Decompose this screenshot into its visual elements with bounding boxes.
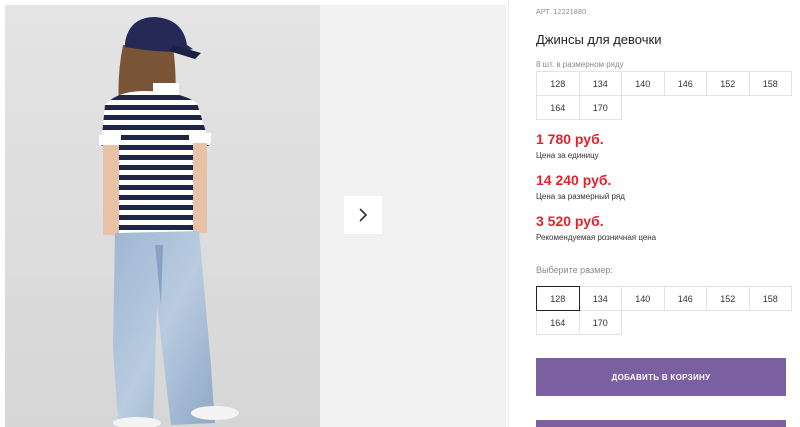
panel-divider [508,0,509,427]
pack-size-cell: 170 [578,95,622,120]
product-gallery [0,0,508,427]
size-option-158[interactable]: 158 [748,286,792,311]
size-option-152[interactable]: 152 [706,286,750,311]
size-option-128[interactable]: 128 [536,286,580,311]
chevron-right-icon [359,208,368,222]
add-to-cart-button[interactable]: ДОБАВИТЬ В КОРЗИНУ [536,358,786,396]
choose-size-label: Выберите размер: [536,265,613,275]
size-option-170[interactable]: 170 [578,310,622,335]
retail-price: 3 520 руб. [536,213,604,229]
unit-price: 1 780 руб. [536,131,604,147]
size-selector: 128 134 140 146 152 158 164 170 [536,286,792,335]
pack-price-label: Цена за размерный ряд [536,192,625,201]
pack-size-cell: 152 [706,71,750,96]
pack-size-cell: 146 [663,71,707,96]
pack-sizes-grid: 128 134 140 146 152 158 164 170 [536,71,792,120]
size-option-146[interactable]: 146 [663,286,707,311]
size-option-164[interactable]: 164 [536,310,580,335]
pack-size-cell: 128 [536,71,580,96]
size-option-134[interactable]: 134 [578,286,622,311]
unit-price-label: Цена за единицу [536,151,599,160]
pack-size-cell: 158 [748,71,792,96]
pack-note: 8 шт. в размерном ряду [536,60,624,69]
pack-size-cell: 164 [536,95,580,120]
product-title: Джинсы для девочки [536,32,662,47]
girl-in-jeans-illustration [99,17,239,427]
product-photo[interactable] [5,5,320,427]
pack-price: 14 240 руб. [536,172,612,188]
article-number: АРТ. 12221880 [536,9,587,16]
secondary-action-button[interactable] [536,420,786,427]
pack-size-cell: 140 [621,71,665,96]
size-option-140[interactable]: 140 [621,286,665,311]
retail-price-label: Рекомендуемая розничная цена [536,233,657,242]
pack-size-cell: 134 [578,71,622,96]
next-image-button[interactable] [344,196,382,234]
